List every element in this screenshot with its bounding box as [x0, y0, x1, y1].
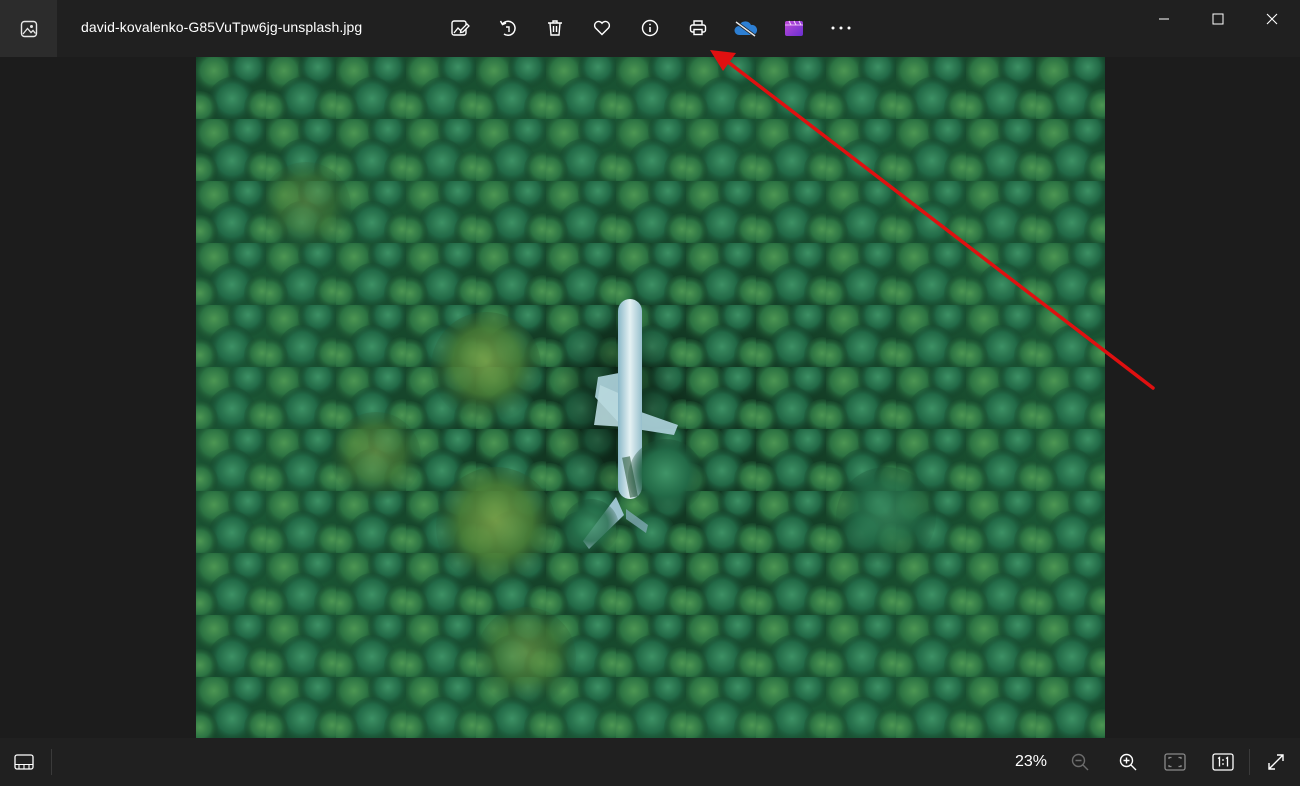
clipchamp-icon [783, 18, 805, 38]
photos-app-icon [20, 20, 38, 38]
file-info-button[interactable] [635, 13, 665, 43]
bottom-bar: 23% [0, 738, 1300, 786]
fit-to-window-icon [1164, 753, 1186, 771]
onedrive-cloud-icon [733, 18, 759, 38]
maximize-button[interactable] [1191, 0, 1245, 38]
printer-icon [688, 18, 708, 38]
edit-image-icon [450, 18, 470, 38]
rotate-icon [498, 18, 518, 38]
zoom-level: 23% [1014, 753, 1048, 770]
print-button[interactable] [683, 13, 713, 43]
heart-icon [592, 18, 612, 38]
zoom-in-icon [1118, 752, 1138, 772]
zoom-out-icon [1070, 752, 1090, 772]
fit-to-window-button[interactable] [1160, 747, 1190, 777]
trash-icon [545, 18, 565, 38]
close-button[interactable] [1245, 0, 1299, 38]
more-horizontal-icon [829, 18, 853, 38]
clipchamp-button[interactable] [779, 13, 809, 43]
maximize-icon [1212, 13, 1224, 25]
close-icon [1266, 13, 1278, 25]
see-more-button[interactable] [826, 13, 856, 43]
favorite-button[interactable] [587, 13, 617, 43]
onedrive-button[interactable] [731, 13, 761, 43]
app-icon-button[interactable] [0, 0, 57, 57]
bottom-divider-left [51, 749, 52, 775]
minimize-icon [1158, 13, 1170, 25]
bottom-divider-right [1249, 749, 1250, 775]
forest-airplane-photo [196, 57, 1105, 738]
actual-size-button[interactable] [1208, 747, 1238, 777]
file-name: david-kovalenko-G85VuTpw6jg-unsplash.jpg [81, 19, 363, 35]
zoom-in-button[interactable] [1113, 747, 1143, 777]
displayed-photo[interactable] [196, 57, 1105, 738]
filmstrip-icon [14, 754, 34, 770]
title-bar: david-kovalenko-G85VuTpw6jg-unsplash.jpg [0, 0, 1300, 57]
actual-size-icon [1212, 753, 1234, 771]
rotate-button[interactable] [493, 13, 523, 43]
fullscreen-icon [1266, 752, 1286, 772]
edit-image-button[interactable] [445, 13, 475, 43]
filmstrip-button[interactable] [9, 747, 39, 777]
fullscreen-button[interactable] [1261, 747, 1291, 777]
delete-button[interactable] [540, 13, 570, 43]
minimize-button[interactable] [1137, 0, 1191, 38]
info-icon [640, 18, 660, 38]
zoom-out-button[interactable] [1065, 747, 1095, 777]
